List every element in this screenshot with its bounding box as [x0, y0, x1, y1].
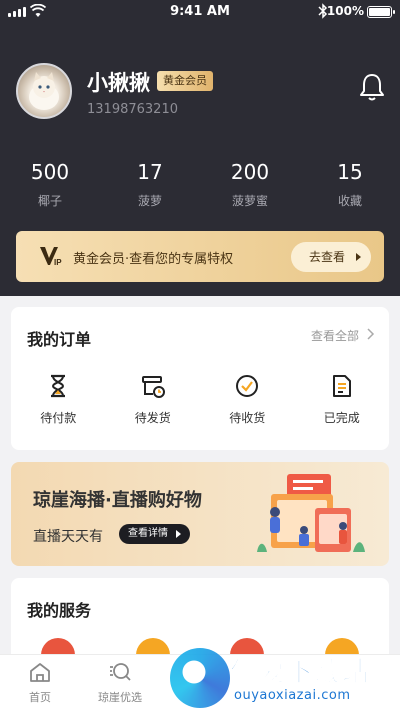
order-item-label: 待发货 [134, 411, 171, 425]
avatar-cat-image [29, 72, 59, 110]
view-details-button[interactable]: 查看详情 [119, 524, 190, 544]
services-title: 我的服务 [27, 601, 92, 620]
stat-favorites[interactable]: 15 收藏 [300, 160, 400, 209]
banner-title: 琼崖海播·直播购好物 [33, 490, 202, 511]
stat-pineapple[interactable]: 17 菠萝 [100, 160, 200, 209]
tab-label: 琼崖优选 [98, 691, 142, 704]
home-icon [30, 663, 50, 682]
document-icon [332, 375, 351, 397]
view-details-label: 查看详情 [128, 528, 168, 539]
search-icon [110, 663, 131, 681]
user-name: 小揪揪 [87, 71, 150, 95]
stat-label: 菠萝 [137, 194, 162, 208]
battery-percent: 100% [326, 4, 364, 18]
live-stream-illustration [257, 474, 365, 552]
watermark-title: 偶要下载站 [230, 657, 370, 689]
avatar[interactable] [16, 63, 72, 119]
view-all-orders-link[interactable]: 查看全部 [311, 327, 359, 344]
site-watermark: 偶要下载站 ouyaoxiazai.com [170, 644, 400, 710]
watermark-url: ouyaoxiazai.com [234, 688, 351, 703]
order-pending-receipt[interactable]: 待收货 [200, 373, 295, 426]
live-stream-banner[interactable]: 琼崖海播·直播购好物 直播天天有 查看详情 [11, 462, 389, 566]
tab-home[interactable]: 首页 [0, 655, 80, 710]
user-phone: 13198763210 [87, 102, 178, 117]
vip-banner-text: 黄金会员·查看您的专属特权 [73, 252, 234, 267]
shipping-box-icon [141, 376, 165, 398]
stat-value: 15 [337, 160, 363, 184]
banner-subtitle: 直播天天有 [33, 529, 103, 545]
stat-value: 500 [30, 160, 70, 184]
svg-text:IP: IP [54, 258, 62, 267]
orders-title: 我的订单 [27, 330, 92, 349]
stats-row: 500 椰子 17 菠萝 200 菠萝蜜 15 收藏 [0, 160, 400, 209]
watermark-logo-icon [170, 648, 230, 708]
vip-logo-icon: IP [40, 247, 62, 267]
stat-label: 收藏 [337, 194, 362, 208]
tab-qiongya-select[interactable]: 琼崖优选 [80, 655, 160, 710]
order-completed[interactable]: 已完成 [295, 373, 390, 426]
view-privileges-button[interactable]: 去查看 [291, 242, 371, 272]
stat-coconut[interactable]: 500 椰子 [0, 160, 100, 209]
status-bar: 9:41 AM 100% [0, 0, 400, 24]
bell-icon[interactable] [358, 72, 386, 102]
order-pending-shipment[interactable]: 待发货 [106, 373, 201, 426]
order-status-row: 待付款 待发货 待收货 已完成 [11, 373, 389, 426]
stat-label: 菠萝蜜 [231, 194, 268, 208]
my-orders-card: 我的订单 查看全部 待付款 待发货 待收货 已完成 [11, 307, 389, 450]
stat-value: 200 [230, 160, 270, 184]
order-item-label: 已完成 [323, 411, 360, 425]
check-circle-icon [236, 375, 259, 397]
stat-label: 椰子 [37, 194, 62, 208]
tab-label: 首页 [29, 691, 51, 704]
play-arrow-icon [176, 530, 181, 538]
battery-icon [367, 6, 395, 18]
order-item-label: 待收货 [229, 411, 266, 425]
vip-banner[interactable]: IP 黄金会员·查看您的专属特权 去查看 [16, 231, 384, 282]
play-arrow-icon [356, 253, 361, 261]
battery-fill [369, 8, 390, 16]
member-badge: 黄金会员 [157, 71, 213, 91]
stat-jackfruit[interactable]: 200 菠萝蜜 [200, 160, 300, 209]
chevron-right-icon[interactable] [367, 328, 375, 340]
stat-value: 17 [137, 160, 163, 184]
order-item-label: 待付款 [40, 411, 77, 425]
profile-header: 9:41 AM 100% 小揪揪 黄金会员 13198763210 500 椰子 … [0, 0, 400, 296]
order-pending-payment[interactable]: 待付款 [11, 373, 106, 426]
hourglass-icon [51, 374, 66, 398]
view-privileges-label: 去查看 [309, 250, 346, 264]
